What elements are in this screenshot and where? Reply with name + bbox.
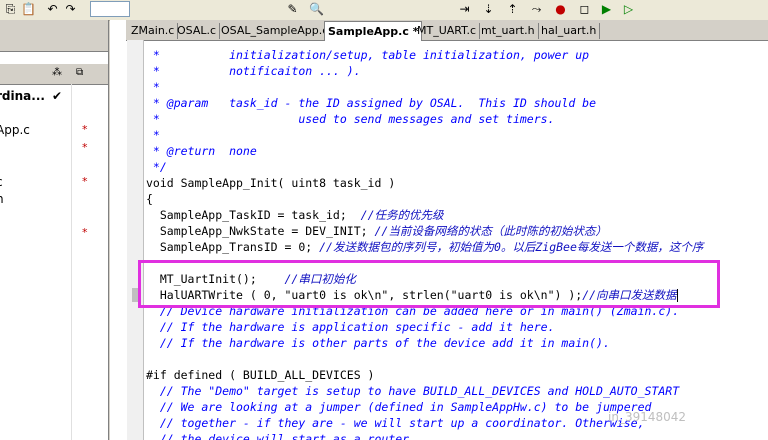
go-icon[interactable]: ▶ [598,1,615,17]
workspace-row[interactable]: h [0,191,108,207]
stop-icon[interactable]: ◻ [576,1,593,17]
code-text: SampleApp_TaskID = task_id; [146,208,361,222]
check-icon: ✔ [52,89,63,103]
editor-tab-bar: ZMain.c OSAL.c OSAL_SampleApp.c SampleAp… [126,20,768,41]
code-line: * [146,128,160,142]
dropdown-icon[interactable] [90,1,130,17]
step-out-icon[interactable]: ⇡ [504,1,521,17]
run-to-icon[interactable]: ⤳ [528,1,545,17]
code-comment: //任务的优先级 [360,208,444,222]
highlight-annotation-box [138,260,720,308]
tab-sampleapp[interactable]: SampleApp.c * [324,21,423,41]
code-line: * [146,80,160,94]
modified-star: * [82,226,88,239]
tab-zmain[interactable]: ZMain.c [128,23,179,39]
code-line: void SampleApp_Init( uint8 task_id ) [146,176,396,190]
code-text: SampleApp_TransID = 0; [146,240,320,254]
code-line: * initialization/setup, table initializa… [146,48,590,62]
tab-hal-uart-h[interactable]: hal_uart.h [538,23,601,39]
code-line: * used to send messages and set timers. [146,112,555,126]
tab-mt-uart-h[interactable]: mt_uart.h [478,23,539,39]
code-comment: //发送数据包的序列号，初始值为0。以后ZigBee每发送一个数据，这个序 [319,240,704,254]
code-line: // If the hardware is application specif… [146,320,555,334]
find-icon[interactable]: 🔍 [308,1,325,17]
code-comment: //当前设备网络的状态（此时陈的初始状态） [374,224,607,238]
redo-icon[interactable]: ↷ [62,1,79,17]
code-line: SampleApp_TransID = 0; //发送数据包的序列号，初始值为0… [146,239,704,255]
workspace-row[interactable]: App.c * [0,122,108,138]
fold-column [127,40,144,440]
code-line: * @param task_id - the ID assigned by OS… [146,96,597,110]
workspace-row-name: c [0,174,3,190]
code-line: */ [146,160,167,174]
workspace-row[interactable]: c * [0,174,108,190]
code-line: // together - if they are - we will star… [146,416,645,430]
code-line: // If the hardware is other parts of the… [146,336,610,350]
toolbar: ⎘ 📋 ↶ ↷ ✎ 🔍 ⇥ ⇣ ⇡ ⤳ ● ◻ ▶ ▷ [0,0,768,21]
code-line: SampleApp_NwkState = DEV_INIT; //当前设备网络的… [146,223,607,239]
undo-icon[interactable]: ↶ [44,1,61,17]
workspace-panel: ⁂ ⧉ rdina... ✔ App.c * * c * h * [0,20,109,440]
build-icon[interactable]: ⧉ [76,67,83,78]
tab-osal-sampleapp[interactable]: OSAL_SampleApp.c [218,23,333,39]
workspace-title-bar [0,20,108,40]
code-editor[interactable]: * initialization/setup, table initializa… [146,47,768,440]
workspace-row[interactable]: rdina... ✔ [0,88,108,104]
debug-icon[interactable]: ▷ [620,1,637,17]
watermark-text: in_39148042 [608,410,687,424]
workspace-config-bar [0,39,108,52]
workspace-row[interactable]: * [0,140,108,156]
step-icon[interactable]: ⇥ [456,1,473,17]
workspace-row-name: rdina... [0,89,45,103]
code-line: // The "Demo" target is setup to have BU… [146,384,680,398]
code-line: SampleApp_TaskID = task_id; //任务的优先级 [146,207,444,223]
step-into-icon[interactable]: ⇣ [480,1,497,17]
workspace-column-header: ⁂ ⧉ [0,64,108,85]
modified-star: * [82,175,88,188]
workspace-row-name: h [0,191,4,207]
workspace-row-name: App.c [0,123,30,137]
modified-star: * [82,141,88,154]
workspace-row[interactable]: * [0,225,108,241]
code-line: // the device will start as a router. [146,432,417,440]
paste-icon[interactable]: 📋 [20,1,37,17]
code-line: * @return none [146,144,257,158]
code-line: #if defined ( BUILD_ALL_DEVICES ) [146,368,375,382]
copy-icon[interactable]: ⎘ [2,1,19,17]
tab-mt-uart-c[interactable]: MT_UART.c [414,23,481,39]
breakpoint-icon[interactable]: ● [552,1,569,17]
code-line: * notificaiton ... ). [146,64,361,78]
code-line: // We are looking at a jumper (defined i… [146,400,652,414]
code-text: SampleApp_NwkState = DEV_INIT; [146,224,375,238]
edit-icon[interactable]: ✎ [284,1,301,17]
editor-area: ZMain.c OSAL.c OSAL_SampleApp.c SampleAp… [110,20,768,440]
code-line: { [146,192,153,206]
tab-osal[interactable]: OSAL.c [174,23,221,39]
modified-star: * [82,123,88,136]
file-type-icon[interactable]: ⁂ [52,67,62,78]
